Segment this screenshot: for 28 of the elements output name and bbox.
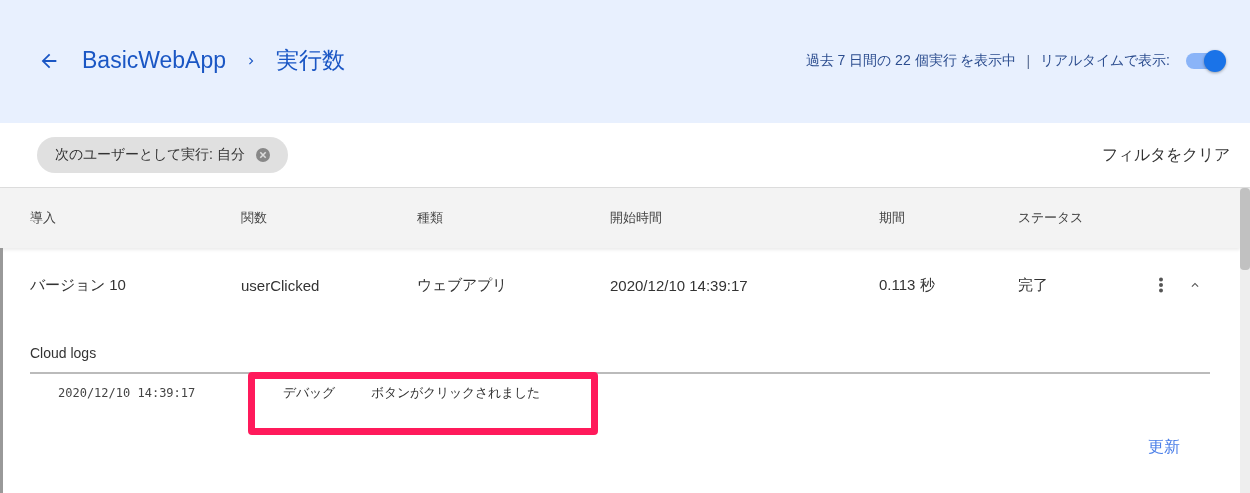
column-header[interactable]: 導入 [30,209,241,227]
log-level: デバッグ [283,384,335,402]
close-icon[interactable] [254,147,271,163]
realtime-toggle[interactable] [1186,52,1224,69]
table-cell-text: バージョン 10 [30,275,127,295]
column-header[interactable]: ステータス [1018,209,1138,227]
scrollbar[interactable] [1240,188,1250,493]
refresh-button[interactable]: 更新 [1148,437,1180,458]
divider-text: | [1026,52,1031,69]
more-options-icon[interactable] [1158,277,1164,293]
column-header[interactable]: 関数 [241,209,417,227]
breadcrumb-link[interactable]: BasicWebApp [82,47,227,74]
column-header[interactable]: 開始時間 [610,209,879,227]
logs-title: Cloud logs [30,345,97,361]
run-summary: 過去 7 日間の 22 個実行 を表示中 [805,51,1017,70]
column-header[interactable]: 種類 [417,209,610,227]
log-message: ボタンがクリックされました [371,384,540,402]
page-title: 実行数 [276,46,346,75]
table-cell-text: 完了 [1018,275,1049,295]
clear-filters-button[interactable]: フィルタをクリア [1102,144,1230,166]
table-cell-text: ウェブアプリ [417,275,508,295]
realtime-label: リアルタイムで表示: [1040,51,1170,70]
log-timestamp: 2020/12/10 14:39:17 [57,385,197,400]
filter-chip[interactable]: 次のユーザーとして実行: 自分 [37,137,288,173]
column-header[interactable]: 期間 [879,209,1018,227]
table-cell-text: 0.113 秒 [879,275,936,295]
table-cell-text: userClicked [241,276,321,294]
table-cell-text: 2020/12/10 14:39:17 [610,276,749,294]
